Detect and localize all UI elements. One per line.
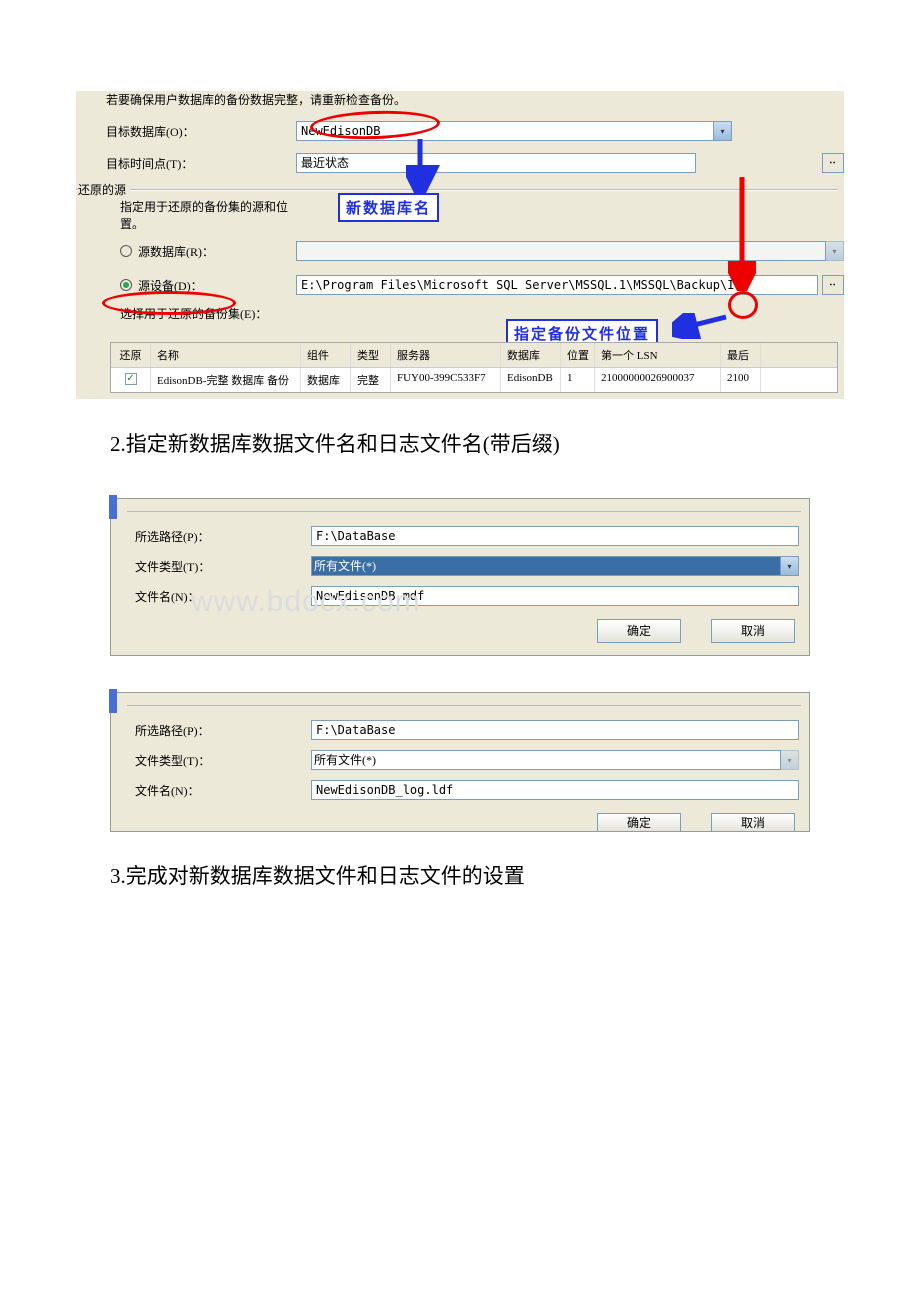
source-hint: 指定用于还原的备份集的源和位置。 [76,198,296,232]
filetype-label: 文件类型(T)： [121,752,311,769]
cell-component: 数据库 [301,368,351,392]
filename-value: NewEdisonDB.mdf [316,589,424,603]
path-value: F:\DataBase [316,723,395,737]
filetype-dropdown-arrow[interactable]: ▾ [781,556,799,576]
divider [127,705,801,706]
source-device-radio[interactable] [120,279,132,291]
ok-button[interactable]: 确定 [597,813,681,831]
target-time-label: 目标时间点(T)： [76,155,296,172]
cancel-button[interactable]: 取消 [711,619,795,643]
cell-last: 2100 [721,368,761,392]
col-position: 位置 [561,343,595,367]
restore-dialog: 若要确保用户数据库的备份数据完整，请重新检查备份。 目标数据库(O)： NewE… [75,90,845,400]
source-device-path-value: E:\Program Files\Microsoft SQL Server\MS… [301,278,734,292]
source-device-label: 源设备(D)： [138,277,203,294]
col-server: 服务器 [391,343,501,367]
filename-label: 文件名(N)： [121,782,311,799]
step-3-text: 3.完成对新数据库数据文件和日志文件的设置 [110,860,810,890]
filetype-dropdown-arrow[interactable]: ▾ [781,750,799,770]
target-db-value: NewEdisonDB [301,124,380,138]
source-group-label: 还原的源 [78,181,130,198]
cell-name: EdisonDB-完整 数据库 备份 [151,368,301,392]
col-component: 组件 [301,343,351,367]
dialog-header-truncated: 若要确保用户数据库的备份数据完整，请重新检查备份。 [106,91,406,108]
source-database-label: 源数据库(R)： [138,243,214,260]
filename-value: NewEdisonDB_log.ldf [316,783,453,797]
col-name: 名称 [151,343,301,367]
filename-input[interactable]: NewEdisonDB_log.ldf [311,780,799,800]
row-checkbox[interactable]: ✓ [125,373,137,385]
target-time-browse-button[interactable]: ‥ [822,153,844,173]
target-db-dropdown-arrow[interactable]: ▾ [714,121,732,141]
filetype-select[interactable]: 所有文件(*) [311,556,781,576]
cell-first-lsn: 21000000026900037 [595,368,721,392]
table-row[interactable]: ✓ EdisonDB-完整 数据库 备份 数据库 完整 FUY00-399C53… [111,368,837,392]
path-input[interactable]: F:\DataBase [311,720,799,740]
col-last: 最后 [721,343,761,367]
accent-bar [109,495,117,519]
divider [127,511,801,512]
filename-input[interactable]: NewEdisonDB.mdf [311,586,799,606]
col-type: 类型 [351,343,391,367]
cell-server: FUY00-399C533F7 [391,368,501,392]
target-db-input[interactable]: NewEdisonDB [296,121,714,141]
target-db-label: 目标数据库(O)： [76,123,296,140]
step-2-text: 2.指定新数据库数据文件名和日志文件名(带后缀) [110,428,810,458]
col-restore: 还原 [111,343,151,367]
source-database-radio[interactable] [120,245,132,257]
target-time-value: 最近状态 [301,156,349,170]
backup-set-table[interactable]: 还原 名称 组件 类型 服务器 数据库 位置 第一个 LSN 最后 ✓ Edis… [110,342,838,393]
path-label: 所选路径(P)： [121,722,311,739]
annotation-label-newdb: 新数据库名 [338,193,439,222]
path-input[interactable]: F:\DataBase [311,526,799,546]
file-dialog-ldf: 所选路径(P)： F:\DataBase 文件类型(T)： 所有文件(*) ▾ … [110,692,810,832]
source-device-path[interactable]: E:\Program Files\Microsoft SQL Server\MS… [296,275,818,295]
target-time-input[interactable]: 最近状态 [296,153,696,173]
source-database-combo [296,241,826,261]
source-device-browse-button[interactable]: ‥ [822,275,844,295]
table-header: 还原 名称 组件 类型 服务器 数据库 位置 第一个 LSN 最后 [111,343,837,368]
file-dialog-mdf: 所选路径(P)： F:\DataBase 文件类型(T)： 所有文件(*) ▾ … [110,498,810,656]
cell-database: EdisonDB [501,368,561,392]
path-label: 所选路径(P)： [121,528,311,545]
filetype-label: 文件类型(T)： [121,558,311,575]
ok-button[interactable]: 确定 [597,619,681,643]
cell-type: 完整 [351,368,391,392]
cancel-button[interactable]: 取消 [711,813,795,831]
choose-backup-set-label: 选择用于还原的备份集(E)： [76,305,296,322]
cell-position: 1 [561,368,595,392]
filetype-value: 所有文件(*) [314,753,376,767]
source-database-combo-arrow: ▾ [826,241,844,261]
path-value: F:\DataBase [316,529,395,543]
col-first-lsn: 第一个 LSN [595,343,721,367]
filetype-value: 所有文件(*) [314,559,376,573]
accent-bar [109,689,117,713]
col-database: 数据库 [501,343,561,367]
filename-label: 文件名(N)： [121,588,311,605]
filetype-select[interactable]: 所有文件(*) [311,750,781,770]
